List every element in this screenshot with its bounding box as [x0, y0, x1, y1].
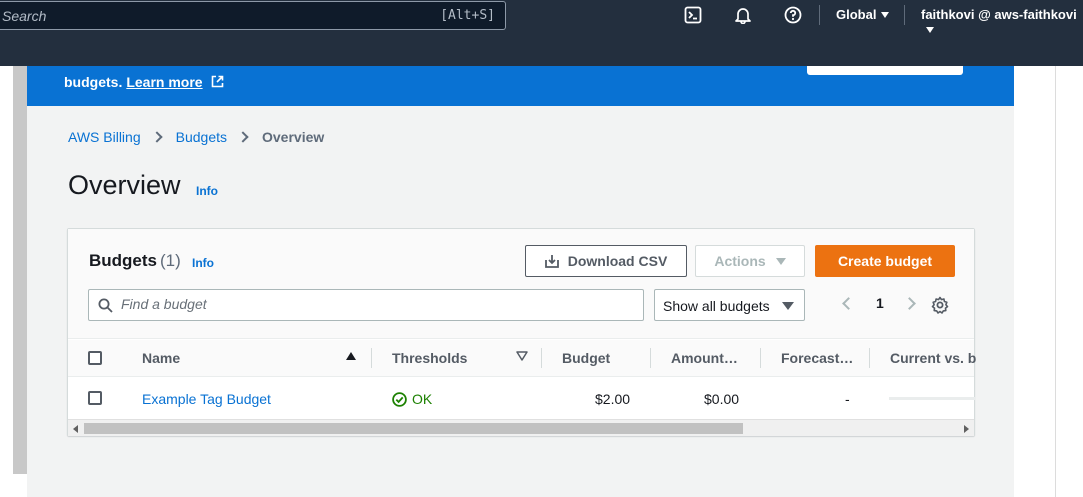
scroll-right-arrow-icon[interactable] — [964, 425, 969, 433]
table-header: Name Thresholds Budget Amount… Forecast…… — [68, 340, 976, 377]
nav-divider — [819, 5, 820, 25]
external-link-icon — [212, 75, 224, 88]
column-header-amount[interactable]: Amount… — [671, 350, 738, 366]
right-panel-border — [1055, 66, 1056, 497]
account-label: faithkovi @ aws-faithkovi — [921, 7, 1077, 22]
row-checkbox[interactable] — [88, 391, 102, 405]
page-title: Overview — [68, 170, 181, 200]
gear-icon[interactable] — [931, 296, 949, 314]
region-selector[interactable]: Global — [836, 7, 890, 22]
budgets-header: Budgets (1) Info Download CSV Actions Cre… — [68, 229, 974, 339]
learn-more-link[interactable]: Learn more — [126, 74, 202, 90]
scroll-left-arrow-icon[interactable] — [73, 425, 78, 433]
chevron-right-icon — [150, 131, 163, 143]
budgets-title: Budgets (1) — [89, 251, 181, 270]
caret-down-icon — [775, 257, 786, 265]
search-shortcut: [Alt+S] — [440, 8, 495, 23]
search-icon — [98, 298, 113, 313]
search-placeholder[interactable]: Search — [2, 8, 46, 24]
banner-message: budgets. Learn more — [64, 74, 224, 90]
current-page-number[interactable]: 1 — [876, 295, 884, 311]
threshold-status: OK — [392, 391, 432, 407]
download-icon — [544, 255, 559, 268]
column-divider[interactable] — [371, 348, 372, 368]
budget-name-link[interactable]: Example Tag Budget — [142, 391, 271, 407]
info-flashbar: budgets. Learn more — [27, 66, 1014, 106]
column-divider[interactable] — [869, 348, 870, 368]
find-budget-input[interactable] — [121, 296, 621, 312]
banner-text: budgets. — [64, 74, 123, 90]
filter-selected-value: Show all budgets — [663, 298, 770, 314]
page-info-link[interactable]: Info — [196, 184, 218, 198]
notifications-bell-icon[interactable] — [734, 6, 752, 24]
find-budget-search[interactable] — [88, 289, 644, 321]
budgets-info-link[interactable]: Info — [192, 256, 214, 270]
download-csv-button[interactable]: Download CSV — [525, 245, 687, 277]
current-vs-budget-bar — [889, 397, 975, 400]
download-csv-label: Download CSV — [567, 253, 668, 269]
actions-dropdown-button[interactable]: Actions — [695, 245, 805, 277]
next-page-icon[interactable] — [902, 296, 916, 310]
horizontal-scrollbar[interactable] — [68, 419, 974, 436]
chevron-right-icon — [237, 131, 249, 143]
account-menu[interactable]: faithkovi @ aws-faithkovi — [921, 7, 1083, 37]
budgets-table-container: Budgets (1) Info Download CSV Actions Cre… — [67, 228, 976, 436]
actions-label: Actions — [714, 253, 766, 269]
caret-down-icon — [782, 302, 794, 310]
pagination: 1 — [838, 295, 916, 311]
select-all-checkbox[interactable] — [88, 351, 102, 365]
sort-descending-icon[interactable] — [516, 351, 528, 361]
column-divider[interactable] — [541, 348, 542, 368]
breadcrumb-budgets[interactable]: Budgets — [176, 129, 227, 145]
column-header-budget[interactable]: Budget — [562, 350, 610, 366]
breadcrumb-current: Overview — [262, 129, 325, 145]
budgets-count: (1) — [160, 251, 181, 270]
global-search[interactable]: Search [Alt+S] — [0, 1, 506, 30]
breadcrumb-aws-billing[interactable]: AWS Billing — [68, 129, 141, 145]
column-header-current-vs-budget[interactable]: Current vs. b — [890, 350, 976, 366]
column-header-name[interactable]: Name — [142, 350, 180, 366]
sort-ascending-icon[interactable] — [346, 352, 356, 360]
actual-amount: $0.00 — [704, 391, 740, 407]
breadcrumb: AWS Billing Budgets Overview — [68, 129, 324, 145]
side-navigation-strip — [13, 66, 27, 474]
previous-page-icon[interactable] — [842, 296, 855, 310]
scrollbar-thumb[interactable] — [84, 423, 743, 434]
nav-divider — [904, 5, 905, 25]
create-budget-label: Create budget — [837, 253, 933, 269]
forecast-amount: - — [845, 391, 850, 407]
banner-action-button[interactable] — [807, 66, 963, 75]
column-header-thresholds[interactable]: Thresholds — [392, 350, 467, 366]
budget-filter-select[interactable]: Show all budgets — [654, 289, 805, 321]
help-icon[interactable] — [784, 6, 802, 24]
column-divider[interactable] — [650, 348, 651, 368]
column-header-forecast[interactable]: Forecast… — [781, 350, 853, 366]
caret-down-icon — [881, 12, 890, 18]
column-divider[interactable] — [760, 348, 761, 368]
region-label: Global — [836, 7, 877, 22]
top-navigation: Search [Alt+S] Global faithkovi @ aws-fa… — [0, 0, 1083, 66]
cloudshell-icon[interactable] — [684, 6, 702, 24]
caret-down-icon — [926, 27, 934, 33]
table-row: Example Tag Budget OK $2.00 $0.00 - — [68, 378, 975, 418]
create-budget-button[interactable]: Create budget — [815, 245, 955, 277]
budget-amount: $2.00 — [595, 391, 631, 407]
status-ok-icon — [392, 391, 407, 407]
threshold-status-label: OK — [412, 391, 433, 407]
